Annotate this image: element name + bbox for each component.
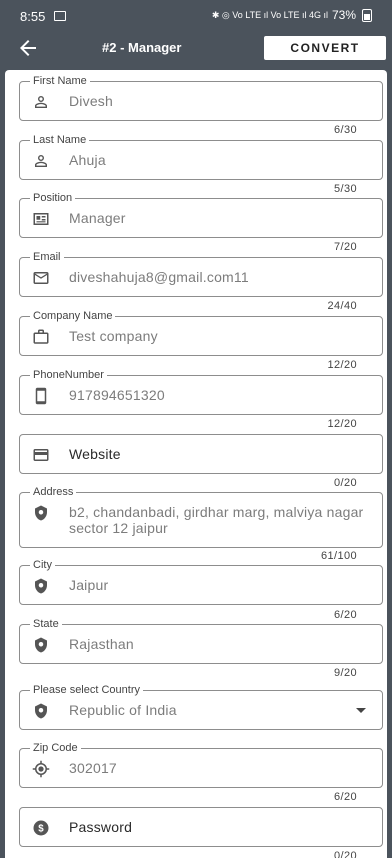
password-placeholder: Password [69,819,133,835]
email-label: Email [30,251,64,263]
page-title: #2 - Manager [102,40,182,55]
company-name-value: Test company [69,328,158,344]
form-card: First Name Divesh 6/30 Last Name Ahuja 5… [5,70,387,858]
city-label: City [30,559,55,571]
first-name-counter: 6/30 [333,124,357,136]
password-field[interactable]: $ Password [19,807,383,847]
convert-button[interactable]: CONVERT [264,36,386,60]
address-value: b2, chandanbadi, girdhar marg, malviya n… [69,504,364,536]
email-field[interactable]: Email diveshahuja8@gmail.com11 [19,251,383,297]
city-counter: 6/20 [333,609,357,621]
state-field[interactable]: State Rajasthan [19,618,383,664]
zip-code-counter: 6/20 [333,791,357,803]
phone-number-label: PhoneNumber [30,369,107,381]
company-name-counter: 12/20 [327,359,357,371]
country-value: Republic of India [69,702,177,718]
signal-icons: ✱ ◎ Vo LTE ıl Vo LTE ıl 4G ıl [211,9,328,20]
chevron-down-icon[interactable] [356,708,366,713]
city-value: Jaipur [69,577,109,593]
last-name-counter: 5/30 [333,183,357,195]
company-name-label: Company Name [30,310,116,322]
back-arrow-icon[interactable] [16,36,40,60]
first-name-label: First Name [30,75,90,87]
zip-code-value: 302017 [69,760,117,776]
email-value: diveshahuja8@gmail.com11 [69,269,249,285]
website-placeholder: Website [69,446,121,462]
first-name-field[interactable]: First Name Divesh [19,75,383,121]
state-value: Rajasthan [69,636,134,652]
phone-number-counter: 12/20 [327,418,357,430]
dollar-icon: $ [33,820,49,836]
email-counter: 24/40 [327,300,357,312]
position-value: Manager [69,210,126,226]
battery-icon [362,8,372,22]
last-name-field[interactable]: Last Name Ahuja [19,134,383,180]
state-counter: 9/20 [333,667,357,679]
location-icon [35,505,47,521]
position-field[interactable]: Position Manager [19,192,383,238]
first-name-value: Divesh [69,93,113,109]
country-select[interactable]: Please select Country Republic of India [19,684,383,730]
status-bar: 8:55 ✱ ◎ Vo LTE ıl Vo LTE ıl 4G ıl 73% [0,0,392,32]
card-icon [33,449,49,461]
location-icon [35,637,47,653]
phone-icon [35,387,47,405]
phone-number-value: 917894651320 [69,387,165,403]
address-label: Address [30,486,77,498]
zip-code-label: Zip Code [30,742,81,754]
battery-percent: 73% [331,8,356,22]
last-name-value: Ahuja [69,152,106,168]
password-counter: 0/20 [333,850,357,858]
svg-text:$: $ [38,823,44,834]
status-time: 8:55 [20,9,46,24]
person-icon [35,96,47,108]
location-icon [35,578,47,594]
position-label: Position [30,192,76,204]
phone-number-field[interactable]: PhoneNumber 917894651320 [19,369,383,415]
city-field[interactable]: City Jaipur [19,559,383,605]
zip-code-field[interactable]: Zip Code 302017 [19,742,383,788]
company-name-field[interactable]: Company Name Test company [19,310,383,356]
mail-icon [33,272,49,284]
website-counter: 0/20 [333,477,357,489]
location-icon [35,703,47,719]
app-bar: #2 - Manager CONVERT [0,32,392,64]
gallery-icon [54,11,66,21]
target-location-icon [32,760,50,778]
person-icon [35,155,47,167]
state-label: State [30,618,62,630]
badge-icon [33,213,49,225]
status-right: ✱ ◎ Vo LTE ıl Vo LTE ıl 4G ıl 73% [212,8,372,22]
briefcase-icon [33,329,49,344]
address-field[interactable]: Address b2, chandanbadi, girdhar marg, m… [19,486,383,548]
position-counter: 7/20 [333,241,357,253]
last-name-label: Last Name [30,134,90,146]
address-counter: 61/100 [320,550,357,562]
website-field[interactable]: Website [19,434,383,474]
country-label: Please select Country [30,684,143,696]
